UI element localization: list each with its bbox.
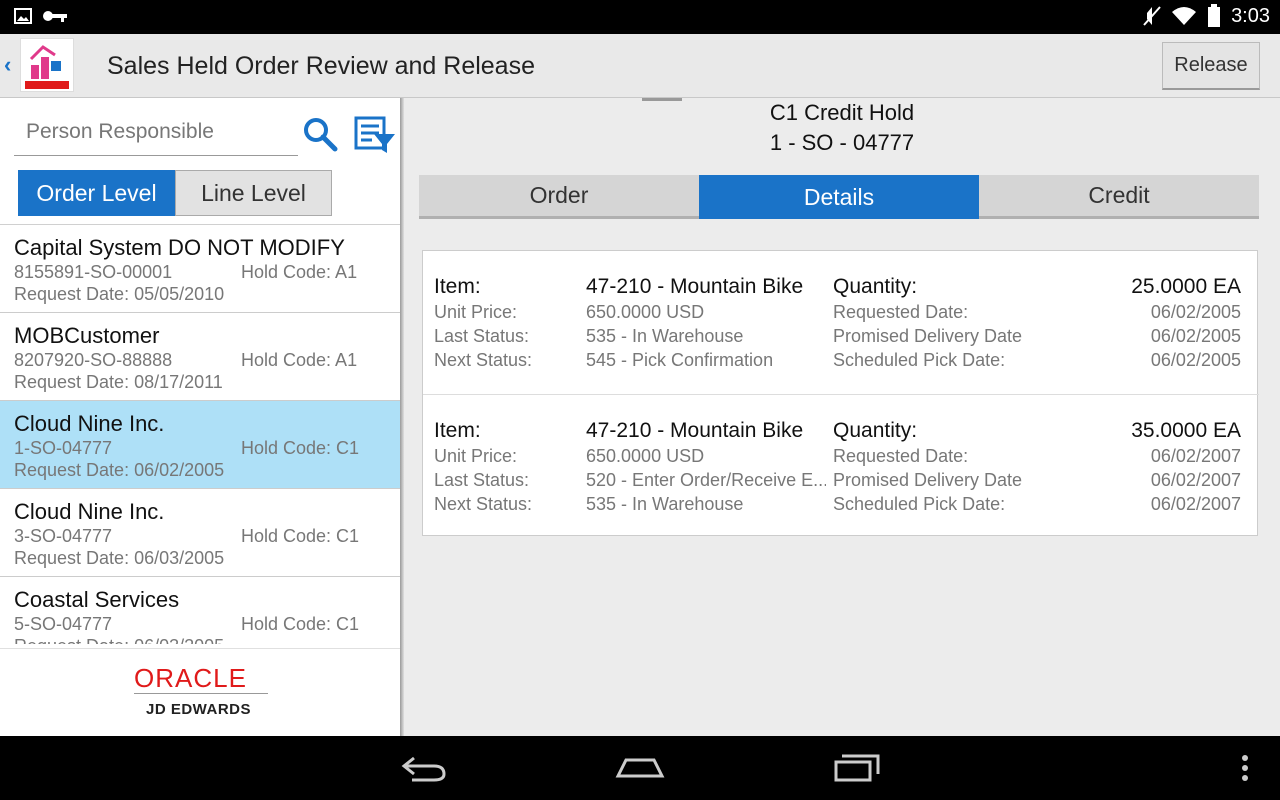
detail-pane: C1 Credit Hold 1 - SO - 04777 Order Deta… xyxy=(404,98,1280,736)
release-button[interactable]: Release xyxy=(1162,42,1260,90)
last-status-value: 535 - In Warehouse xyxy=(586,326,744,346)
logo-divider xyxy=(134,693,268,694)
item-value: 47-210 - Mountain Bike xyxy=(586,275,804,298)
line-level-button[interactable]: Line Level xyxy=(175,170,332,216)
hold-title: C1 Credit Hold xyxy=(769,100,915,125)
app-logo[interactable] xyxy=(20,38,74,92)
next-status-label: Next Status: xyxy=(434,350,533,370)
scheduled-pick-label: Scheduled Pick Date: xyxy=(833,494,1006,514)
level-toggle: Order Level Line Level xyxy=(18,170,332,216)
list-item[interactable]: Cloud Nine Inc. 3-SO-04777 Hold Code: C1… xyxy=(0,489,400,577)
customer-name: MOBCustomer xyxy=(14,323,160,348)
overflow-menu-icon[interactable] xyxy=(1238,750,1252,786)
order-number: 1-SO-04777 xyxy=(14,438,113,458)
search-icon[interactable] xyxy=(302,116,338,152)
oracle-wordmark: ORACLE xyxy=(134,663,247,693)
action-bar: ‹ Sales Held Order Review and Release Re… xyxy=(0,34,1280,98)
clock: 3:03 xyxy=(1231,4,1270,27)
requested-date-value: 06/02/2005 xyxy=(1150,302,1241,322)
filter-icon[interactable] xyxy=(354,116,396,154)
battery-icon xyxy=(1208,4,1221,27)
order-subtitle: 1 - SO - 04777 xyxy=(769,130,915,155)
details-card: Item: 47-210 - Mountain Bike Quantity: 2… xyxy=(422,250,1259,537)
order-list: Capital System DO NOT MODIFY 8155891-SO-… xyxy=(0,224,400,644)
requested-date-value: 06/02/2007 xyxy=(1150,446,1241,466)
hold-code: Hold Code: C1 xyxy=(241,526,360,546)
list-item[interactable]: MOBCustomer 8207920-SO-88888 Hold Code: … xyxy=(0,313,400,401)
order-list-pane: Order Level Line Level Capital System DO… xyxy=(0,98,400,736)
page-title: Sales Held Order Review and Release xyxy=(107,52,535,80)
requested-date-label: Requested Date: xyxy=(833,302,969,322)
order-number: 3-SO-04777 xyxy=(14,526,113,546)
jde-wordmark: JD EDWARDS xyxy=(146,701,252,718)
quantity-value: 35.0000 EA xyxy=(1131,419,1241,442)
item-value: 47-210 - Mountain Bike xyxy=(586,419,804,442)
quantity-label: Quantity: xyxy=(833,275,918,298)
detail-line: Item: 47-210 - Mountain Bike Quantity: 2… xyxy=(423,251,1259,394)
scheduled-pick-value: 06/02/2005 xyxy=(1150,350,1241,370)
recent-apps-icon[interactable] xyxy=(832,750,882,786)
request-date: Request Date: 08/17/2011 xyxy=(14,372,223,392)
list-item[interactable]: Capital System DO NOT MODIFY 8155891-SO-… xyxy=(0,225,400,313)
hold-code: Hold Code: A1 xyxy=(241,262,358,282)
customer-name: Cloud Nine Inc. xyxy=(14,411,165,436)
last-status-value: 520 - Enter Order/Receive E... xyxy=(586,470,826,490)
hold-code: Hold Code: C1 xyxy=(241,438,360,458)
search-field xyxy=(14,112,298,156)
scheduled-pick-label: Scheduled Pick Date: xyxy=(833,350,1006,370)
next-status-value: 535 - In Warehouse xyxy=(586,494,744,514)
wifi-icon xyxy=(1172,7,1197,25)
order-number: 8207920-SO-88888 xyxy=(14,350,173,370)
list-item[interactable]: Coastal Services 5-SO-04777 Hold Code: C… xyxy=(0,577,400,644)
key-icon xyxy=(43,11,67,22)
back-icon[interactable] xyxy=(400,750,448,786)
promised-date-value: 06/02/2005 xyxy=(1150,326,1241,346)
next-status-label: Next Status: xyxy=(434,494,533,514)
quantity-value: 25.0000 EA xyxy=(1131,275,1241,298)
item-label: Item: xyxy=(434,275,481,298)
unit-price-label: Unit Price: xyxy=(434,302,518,322)
request-date: Request Date: 06/02/2005 xyxy=(14,460,225,480)
last-status-label: Last Status: xyxy=(434,326,530,346)
home-icon[interactable] xyxy=(614,750,666,786)
promised-date-label: Promised Delivery Date xyxy=(833,326,1023,346)
next-status-value: 545 - Pick Confirmation xyxy=(586,350,774,370)
tab-details[interactable]: Details xyxy=(699,175,979,219)
item-label: Item: xyxy=(434,419,481,442)
requested-date-label: Requested Date: xyxy=(833,446,969,466)
oracle-jde-logo: ORACLE JD EDWARDS xyxy=(0,648,400,736)
hold-code: Hold Code: A1 xyxy=(241,350,358,370)
back-chevron-icon[interactable]: ‹ xyxy=(4,52,11,78)
detail-line: Item: 47-210 - Mountain Bike Quantity: 3… xyxy=(423,394,1259,537)
order-level-button[interactable]: Order Level xyxy=(18,170,175,216)
image-icon xyxy=(14,8,32,24)
unit-price-value: 650.0000 USD xyxy=(586,446,705,466)
promised-date-value: 06/02/2007 xyxy=(1150,470,1241,490)
customer-name: Coastal Services xyxy=(14,587,180,612)
hold-code: Hold Code: C1 xyxy=(241,614,360,634)
tab-credit[interactable]: Credit xyxy=(979,175,1259,219)
order-number: 8155891-SO-00001 xyxy=(14,262,173,282)
mute-icon xyxy=(1143,6,1161,26)
promised-date-label: Promised Delivery Date xyxy=(833,470,1023,490)
detail-tabs: Order Details Credit xyxy=(419,175,1259,219)
customer-name: Cloud Nine Inc. xyxy=(14,499,165,524)
request-date: Request Date: 06/03/2005 xyxy=(14,548,225,568)
navigation-bar xyxy=(0,736,1280,800)
person-responsible-input[interactable] xyxy=(14,112,298,152)
status-bar: 3:03 xyxy=(0,0,1280,34)
quantity-label: Quantity: xyxy=(833,419,918,442)
request-date: Request Date: 06/03/2005 xyxy=(14,636,224,644)
app-logo-icon xyxy=(25,45,69,89)
request-date: Request Date: 05/05/2010 xyxy=(14,284,225,304)
tab-order[interactable]: Order xyxy=(419,175,699,219)
customer-name: Capital System DO NOT MODIFY xyxy=(14,235,345,260)
unit-price-label: Unit Price: xyxy=(434,446,518,466)
order-number: 5-SO-04777 xyxy=(14,614,113,634)
unit-price-value: 650.0000 USD xyxy=(586,302,705,322)
last-status-label: Last Status: xyxy=(434,470,530,490)
scheduled-pick-value: 06/02/2007 xyxy=(1150,494,1241,514)
list-item-selected[interactable]: Cloud Nine Inc. 1-SO-04777 Hold Code: C1… xyxy=(0,401,400,489)
